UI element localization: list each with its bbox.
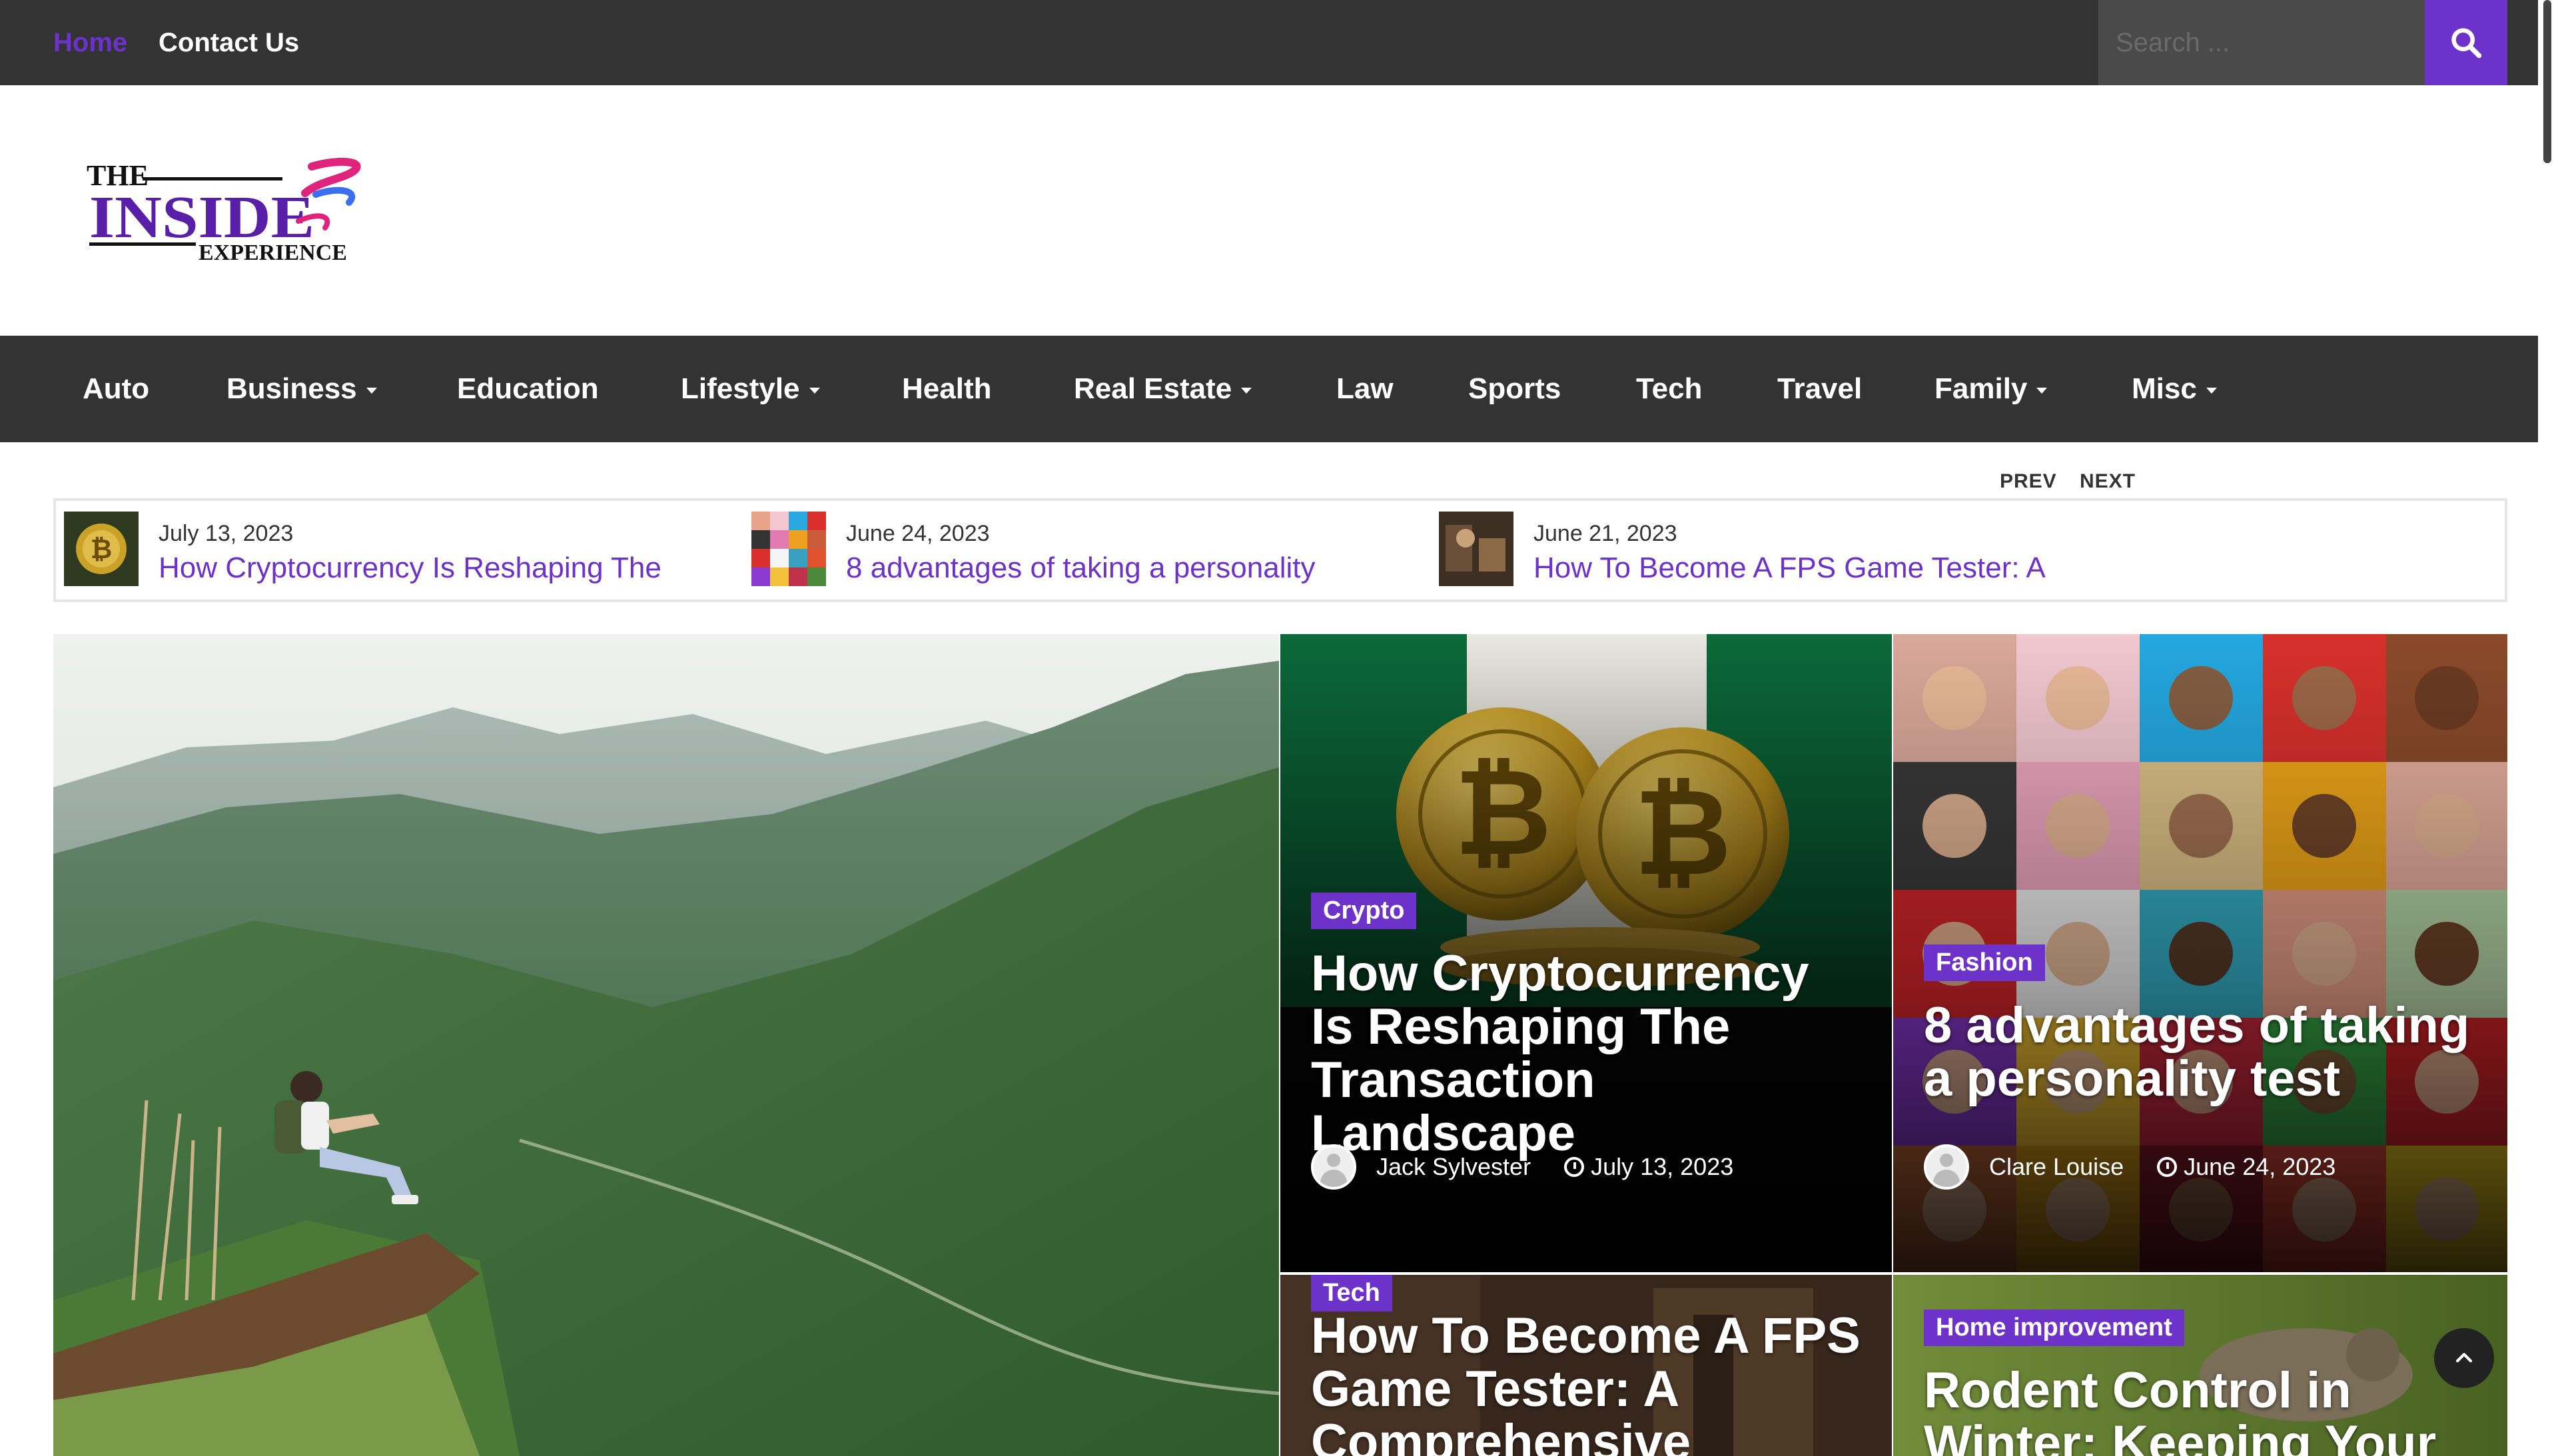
top-bar: Home Contact Us [0, 0, 2558, 85]
category-badge[interactable]: Tech [1311, 1275, 1392, 1311]
ticker-next-button[interactable]: NEXT [2080, 470, 2136, 493]
ticker-thumbnail [1439, 512, 1513, 586]
chevron-down-icon [2036, 387, 2048, 394]
svg-text:₿: ₿ [91, 535, 113, 564]
card-title[interactable]: How To Become A FPS Game Tester: A Compr… [1311, 1309, 1871, 1456]
chevron-down-icon [1241, 387, 1252, 394]
ticker-item[interactable]: June 24, 2023 8 advantages of taking a p… [751, 512, 1438, 591]
ticker-title[interactable]: 8 advantages of taking a personality [846, 551, 1432, 585]
news-ticker: ₿ July 13, 2023 How Cryptocurrency Is Re… [53, 498, 2507, 602]
ticker-item[interactable]: June 21, 2023 How To Become A FPS Game T… [1439, 512, 2125, 591]
card-fashion[interactable]: Fashion 8 advantages of taking a persona… [1893, 634, 2507, 1272]
nav-item-education[interactable]: Education [457, 336, 599, 442]
nav-item-lifestyle[interactable]: Lifestyle [681, 336, 820, 442]
ticker-thumbnail [751, 512, 826, 586]
featured-image-mountains[interactable] [53, 634, 1279, 1456]
scrollbar-thumb[interactable] [2543, 0, 2551, 163]
avatar [1924, 1144, 1969, 1190]
scrollbar-track[interactable] [2538, 0, 2558, 1456]
card-meta: Clare Louise June 24, 2023 [1924, 1144, 2336, 1190]
ticker-date: June 24, 2023 [846, 521, 990, 546]
clock-icon [1564, 1157, 1585, 1177]
clock-icon [2157, 1157, 2178, 1177]
author-name[interactable]: Jack Sylvester [1376, 1153, 1531, 1181]
card-crypto[interactable]: ₿ ₿ Crypto How Cryptocurrency Is Reshapi… [1280, 634, 1892, 1272]
chevron-up-icon [2455, 1353, 2473, 1363]
search-icon [2451, 28, 2482, 59]
card-title[interactable]: How Cryptocurrency Is Reshaping The Tran… [1311, 947, 1864, 1160]
card-title[interactable]: Rodent Control in Winter: Keeping Your [1924, 1364, 2483, 1456]
avatar [1311, 1144, 1356, 1190]
nav-item-tech[interactable]: Tech [1636, 336, 1702, 442]
nav-item-law[interactable]: Law [1336, 336, 1394, 442]
ticker-date: July 13, 2023 [159, 521, 294, 546]
search-button[interactable] [2425, 0, 2507, 85]
ticker-title[interactable]: How To Become A FPS Game Tester: A [1533, 551, 2120, 585]
search-input[interactable] [2098, 0, 2425, 85]
nav-item-real-estate[interactable]: Real Estate [1074, 336, 1252, 442]
ticker-thumbnail: ₿ [64, 512, 139, 586]
top-link-contact[interactable]: Contact Us [159, 29, 299, 56]
chevron-down-icon [366, 387, 377, 394]
chevron-down-icon [2206, 387, 2217, 394]
chevron-down-icon [809, 387, 820, 394]
category-badge[interactable]: Crypto [1311, 893, 1417, 929]
card-meta: Jack Sylvester July 13, 2023 [1311, 1144, 1733, 1190]
logo-text-experience: EXPERIENCE [199, 240, 347, 265]
ticker-item[interactable]: ₿ July 13, 2023 How Cryptocurrency Is Re… [64, 512, 750, 591]
author-name[interactable]: Clare Louise [1989, 1153, 2124, 1181]
site-logo[interactable]: THE INSIDE EXPERIENCE [85, 155, 385, 274]
card-title[interactable]: 8 advantages of taking a personality tes… [1924, 999, 2483, 1106]
nav-item-sports[interactable]: Sports [1468, 336, 1561, 442]
nav-item-travel[interactable]: Travel [1777, 336, 1862, 442]
nav-item-family[interactable]: Family [1934, 336, 2048, 442]
ticker-date: June 21, 2023 [1533, 521, 1677, 546]
category-badge[interactable]: Home improvement [1924, 1309, 2184, 1346]
nav-item-auto[interactable]: Auto [83, 336, 149, 442]
nav-item-business[interactable]: Business [226, 336, 377, 442]
main-nav: Auto Business Education Lifestyle Health… [0, 336, 2538, 442]
top-link-home[interactable]: Home [53, 29, 127, 56]
nav-item-health[interactable]: Health [902, 336, 991, 442]
ticker-prev-button[interactable]: PREV [2000, 470, 2057, 493]
ticker-title[interactable]: How Cryptocurrency Is Reshaping The [159, 551, 745, 585]
post-date: July 13, 2023 [1591, 1153, 1734, 1180]
post-date: June 24, 2023 [2184, 1153, 2336, 1180]
card-tech[interactable]: Tech How To Become A FPS Game Tester: A … [1280, 1275, 1892, 1456]
nav-item-misc[interactable]: Misc [2132, 336, 2217, 442]
category-badge[interactable]: Fashion [1924, 944, 2045, 981]
scroll-to-top-button[interactable] [2434, 1328, 2494, 1388]
card-home-improvement[interactable]: Home improvement Rodent Control in Winte… [1893, 1275, 2507, 1456]
